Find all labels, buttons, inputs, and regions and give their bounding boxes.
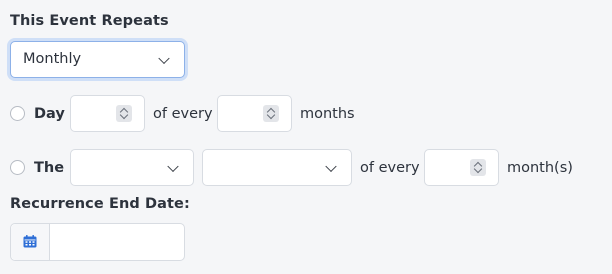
frequency-select[interactable]: Monthly: [10, 41, 185, 78]
frequency-select-value: Monthly: [23, 51, 82, 67]
end-date-input-group[interactable]: [10, 223, 185, 261]
radio-day-option[interactable]: [10, 106, 25, 121]
calendar-icon: [23, 235, 37, 248]
day-months-input[interactable]: [217, 95, 292, 132]
repeat-heading: This Event Repeats: [10, 13, 169, 29]
chevron-down-icon: [167, 160, 179, 172]
radio-the-option[interactable]: [10, 160, 25, 175]
the-months-input[interactable]: [424, 149, 499, 186]
the-months-unit-label: month(s): [507, 160, 573, 176]
weekday-select[interactable]: [202, 149, 352, 186]
end-date-heading: Recurrence End Date:: [10, 196, 190, 212]
the-option-label: The: [34, 160, 65, 176]
day-number-input[interactable]: [70, 95, 145, 132]
day-months-unit-label: months: [300, 106, 355, 122]
day-of-every-label: of every: [153, 106, 213, 122]
day-number-spinner[interactable]: [116, 105, 132, 122]
calendar-button[interactable]: [11, 224, 50, 260]
day-option-label: Day: [34, 106, 65, 122]
day-months-spinner[interactable]: [263, 105, 279, 122]
the-of-every-label: of every: [360, 160, 420, 176]
chevron-down-icon: [158, 52, 170, 64]
chevron-down-icon: [325, 160, 337, 172]
the-months-spinner[interactable]: [470, 159, 486, 176]
ordinal-select[interactable]: [70, 149, 194, 186]
